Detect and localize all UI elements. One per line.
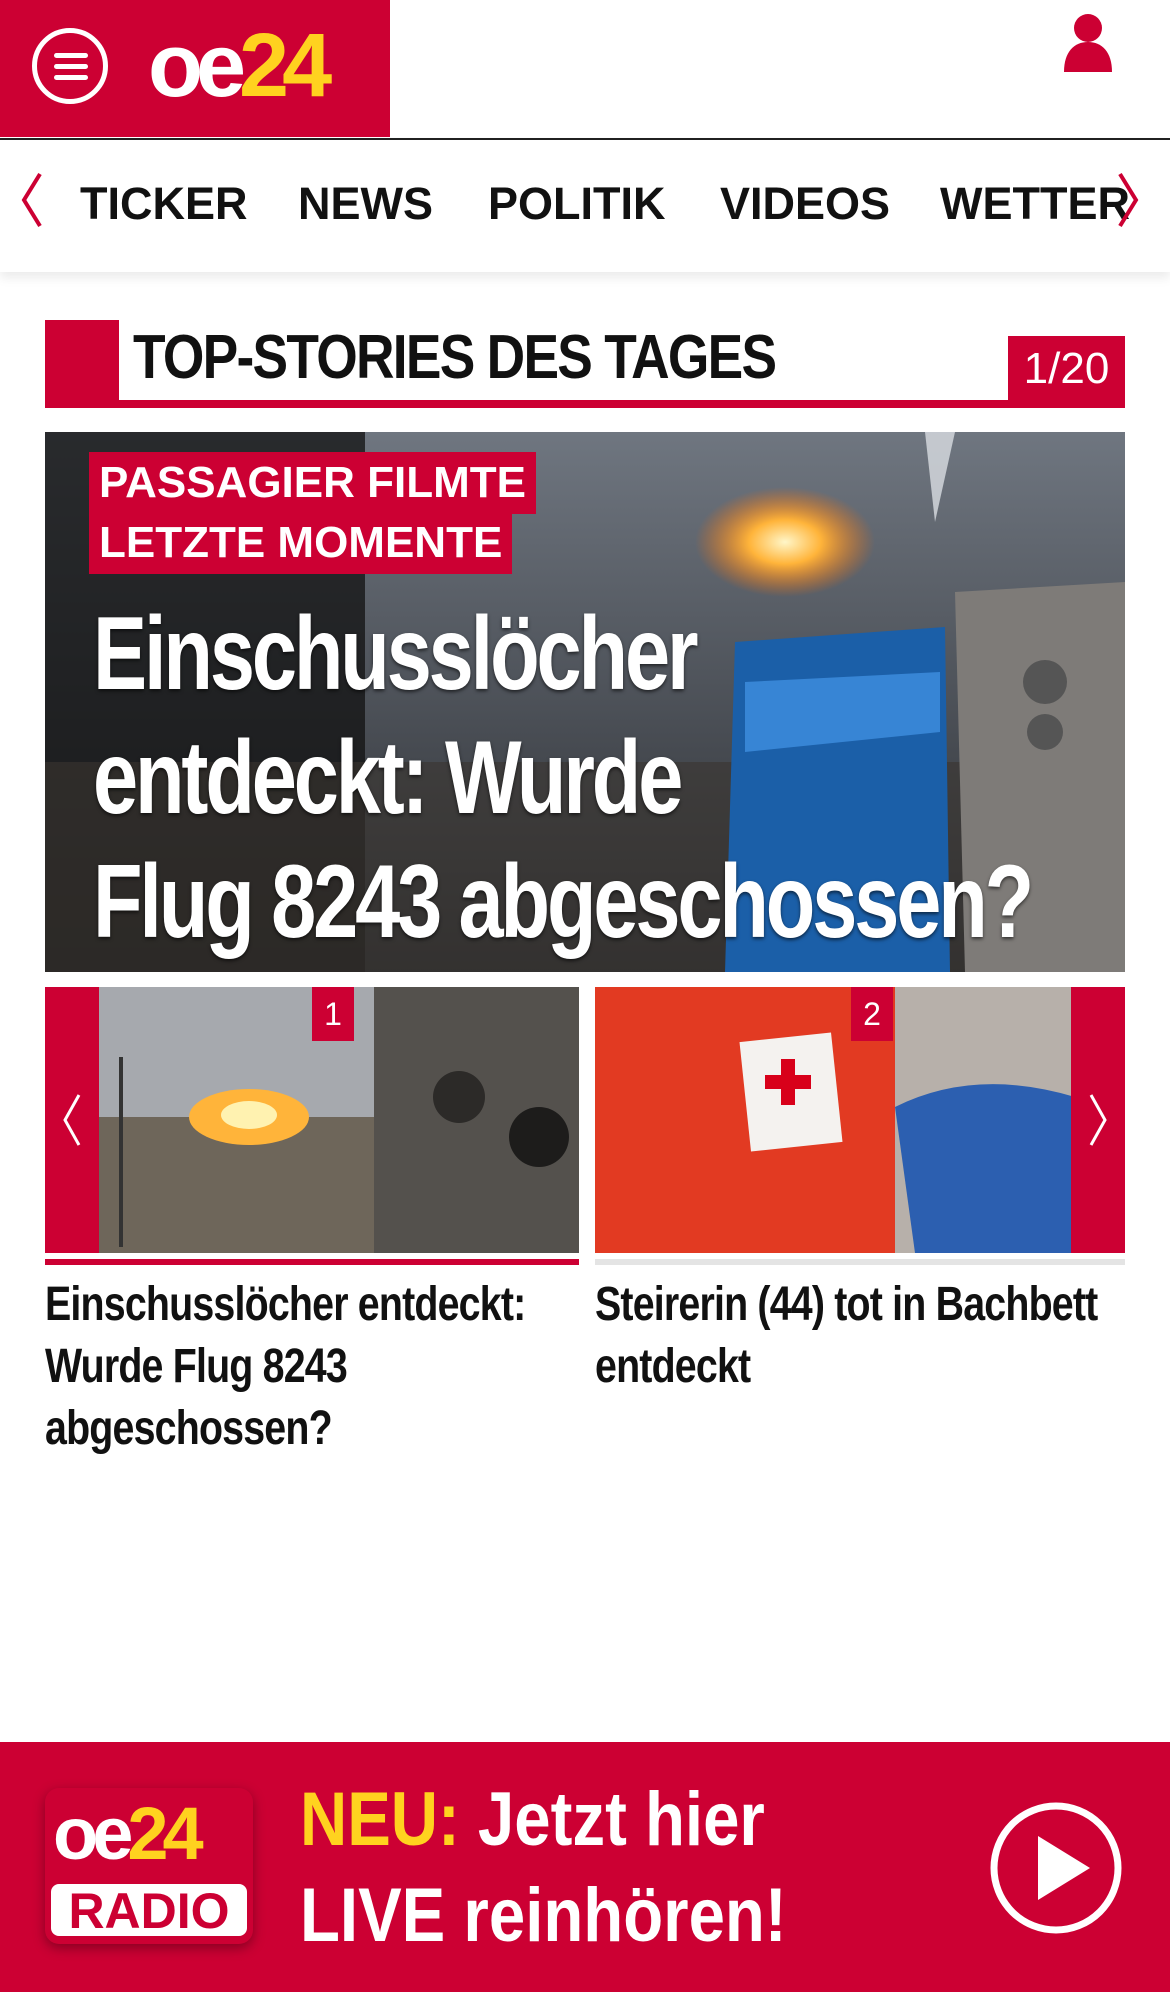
carousel-prev-button[interactable]: [45, 987, 99, 1253]
chevron-left-icon[interactable]: [16, 170, 46, 230]
category-nav: TICKER NEWS POLITIK VIDEOS WETTER: [0, 140, 1170, 272]
story-number-badge: 2: [851, 987, 893, 1041]
nav-item-wetter[interactable]: WETTER: [940, 178, 1130, 230]
radio-promo-text: NEU: Jetzt hier LIVE reinhören!: [300, 1777, 787, 1958]
hero-kicker: LETZTE MOMENTE: [89, 512, 513, 574]
chevron-left-icon: [63, 1094, 81, 1146]
top-bar: oe24: [0, 0, 1170, 141]
user-icon[interactable]: [1062, 12, 1114, 72]
story-2-image: [595, 987, 1075, 1253]
active-indicator: [45, 1259, 579, 1265]
section-title: TOP-STORIES DES TAGES: [133, 323, 777, 392]
play-icon[interactable]: [988, 1800, 1124, 1936]
hero-headline[interactable]: Einschusslöcher entdeckt: Wurde Flug 824…: [93, 592, 1034, 964]
menu-icon[interactable]: [32, 28, 108, 104]
hero-kicker: PASSAGIER FILMTE: [89, 452, 536, 514]
hero-story[interactable]: PASSAGIER FILMTE LETZTE MOMENTE Einschus…: [45, 432, 1125, 972]
nav-item-ticker[interactable]: TICKER: [80, 178, 248, 230]
story-2-title[interactable]: Steirerin (44) tot in Bachbett entdeckt: [595, 1274, 1120, 1398]
radio-label: RADIO: [51, 1884, 247, 1938]
nav-item-news[interactable]: NEWS: [298, 178, 433, 230]
story-card-image[interactable]: [595, 987, 1075, 1253]
section-underline: [45, 400, 1125, 408]
hero-headline-line: Flug 8243 abgeschossen?: [93, 844, 1034, 960]
section-header: TOP-STORIES DES TAGES 1/20: [45, 320, 1125, 408]
slide-counter: 1/20: [1008, 336, 1125, 400]
inactive-indicator: [595, 1259, 1125, 1265]
section-marker: [45, 320, 119, 408]
chevron-right-icon: [1089, 1094, 1107, 1146]
story-carousel: 1 2: [45, 987, 1125, 1257]
oe24-logo[interactable]: oe24: [148, 16, 332, 116]
nav-item-politik[interactable]: POLITIK: [488, 178, 666, 230]
story-number-badge: 1: [312, 987, 354, 1041]
story-1-title[interactable]: Einschusslöcher entdeckt: Wurde Flug 824…: [45, 1274, 570, 1460]
radio-banner[interactable]: oe24 RADIO NEU: Jetzt hier LIVE reinhöre…: [0, 1742, 1170, 1992]
brand-block: oe24: [0, 0, 390, 137]
oe24-radio-logo: oe24 RADIO: [45, 1788, 253, 1944]
hero-headline-line: Einschusslöcher: [93, 596, 699, 712]
nav-item-videos[interactable]: VIDEOS: [720, 178, 890, 230]
chevron-right-icon[interactable]: [1114, 170, 1144, 230]
carousel-next-button[interactable]: [1071, 987, 1125, 1253]
hero-headline-line: entdeckt: Wurde: [93, 720, 683, 836]
